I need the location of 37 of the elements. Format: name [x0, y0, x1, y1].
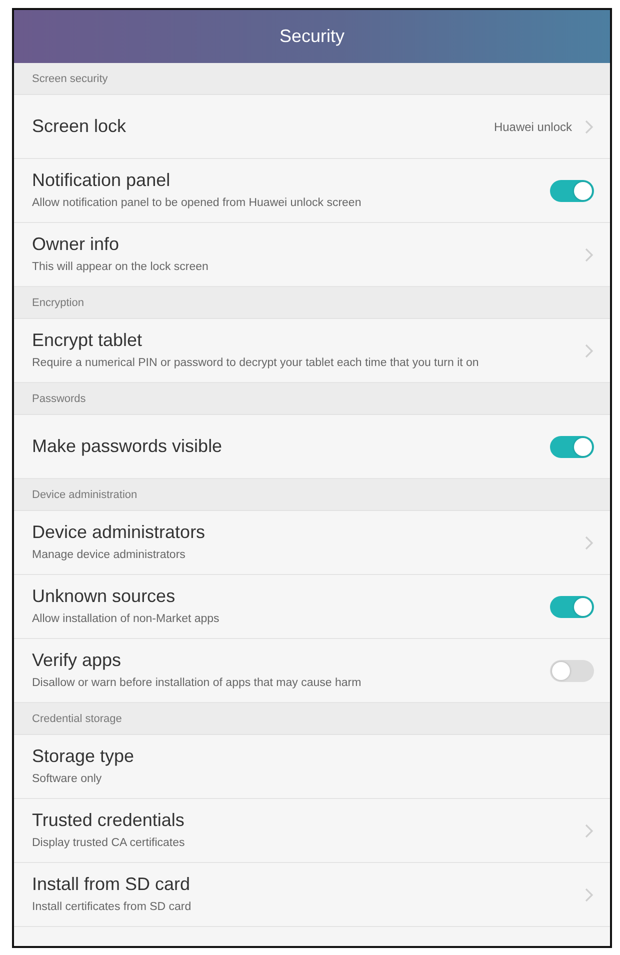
setting-title: Storage type [32, 746, 136, 767]
setting-title: Install from SD card [32, 874, 192, 895]
setting-title: Screen lock [32, 116, 128, 137]
chevron-icon [584, 886, 594, 902]
setting-description: Display trusted CA certificates [32, 836, 186, 851]
setting-title: Unknown sources [32, 586, 176, 607]
chevron-icon [584, 822, 594, 838]
section-title: Screen security [32, 72, 108, 84]
chevron-icon [584, 118, 594, 134]
section-title: Passwords [32, 392, 86, 404]
screen-title: Security [279, 26, 345, 47]
setting-title: Notification panel [32, 170, 172, 191]
chevron-icon [584, 246, 594, 262]
setting-description: Software only [32, 772, 103, 787]
setting-description: Disallow or warn before installation of apps that may cause harm [32, 676, 362, 691]
toggle-switch[interactable] [550, 180, 594, 202]
section-title: Credential storage [32, 712, 122, 724]
setting-description: Install certificates from SD card [32, 900, 192, 915]
setting-value: Huawei unlock [494, 120, 572, 134]
toggle-switch[interactable] [550, 596, 594, 618]
setting-title: Trusted credentials [32, 810, 186, 831]
toggle-switch[interactable] [550, 436, 594, 458]
toggle-switch[interactable] [550, 660, 594, 682]
section-title: Device administration [32, 488, 138, 500]
chevron-icon [584, 342, 594, 358]
setting-title: Make passwords visible [32, 436, 224, 457]
setting-description: Allow installation of non-Market apps [32, 612, 220, 627]
setting-description: This will appear on the lock screen [32, 260, 210, 275]
chevron-icon [584, 534, 594, 550]
setting-title: Verify apps [32, 650, 122, 671]
setting-description: Allow notification panel to be opened from Huawei unlock screen [32, 196, 362, 211]
section-title: Encryption [32, 296, 84, 308]
setting-title: Encrypt tablet [32, 330, 144, 351]
setting-description: Require a numerical PIN or password to decrypt your tablet each time that you turn it on [32, 356, 480, 371]
setting-title: Owner info [32, 234, 120, 255]
setting-description: Manage device administrators [32, 548, 186, 563]
setting-title: Device administrators [32, 522, 206, 543]
